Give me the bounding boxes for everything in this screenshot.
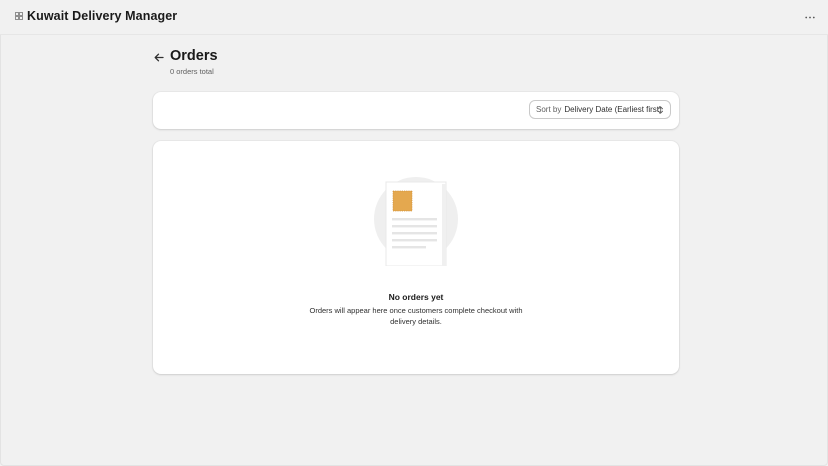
empty-document-illustration [374,177,458,266]
sort-card: Sort by Delivery Date (Earliest first) [153,92,679,129]
more-horizontal-icon [805,16,815,18]
app-grid-icon [15,12,23,20]
top-bar: Kuwait Delivery Manager [0,0,828,35]
arrow-left-icon [154,53,164,61]
empty-state-heading: No orders yet [388,292,444,302]
select-chevrons-icon [658,106,663,114]
sort-label: Sort by [536,105,562,114]
app-title: Kuwait Delivery Manager [27,9,178,23]
empty-state-message: Orders will appear here once customers c… [309,306,523,326]
page-title: Orders [170,48,218,64]
sort-value: Delivery Date (Earliest first) [564,105,662,114]
back-button[interactable] [152,50,166,64]
more-actions-button[interactable] [802,10,818,24]
empty-state-card: No orders yet Orders will appear here on… [153,141,679,374]
sort-select[interactable]: Sort by Delivery Date (Earliest first) [529,100,671,119]
orders-count: 0 orders total [170,67,214,76]
